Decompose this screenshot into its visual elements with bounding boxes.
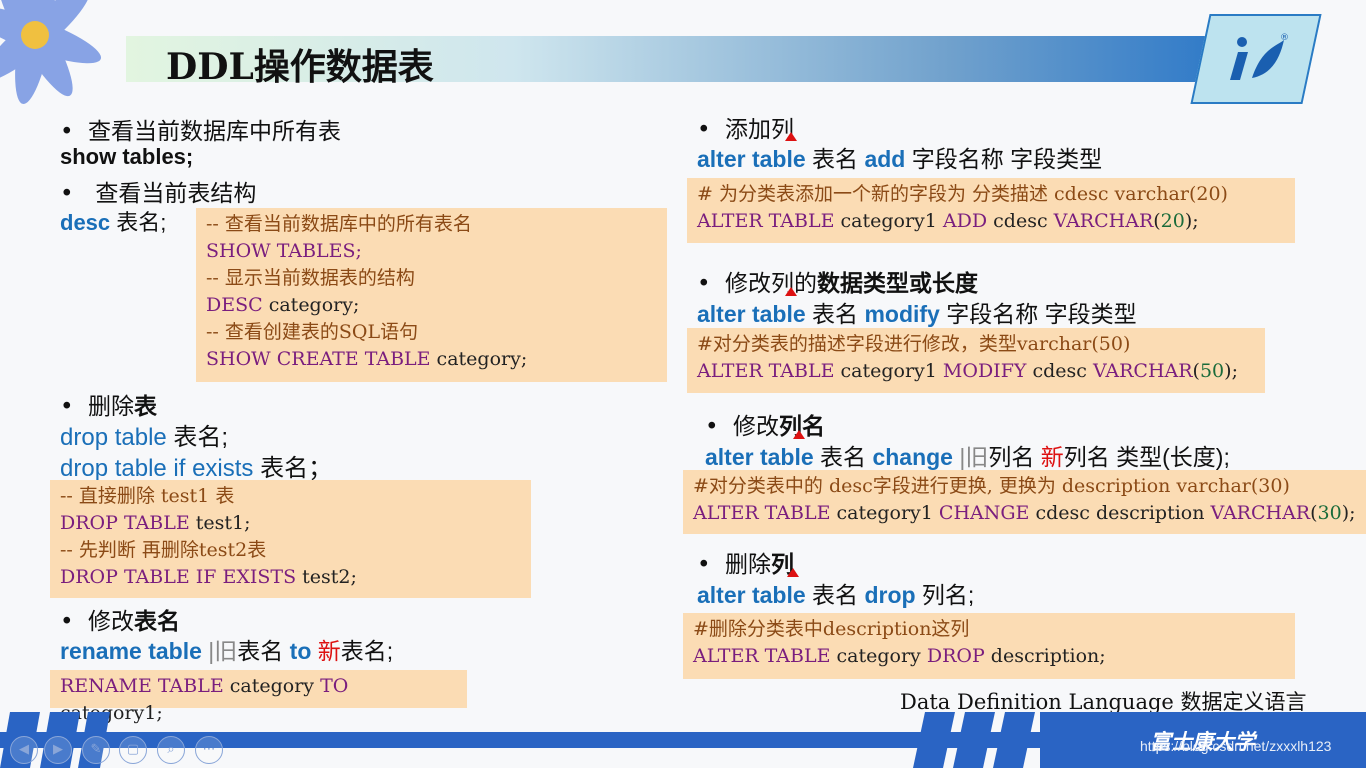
heading-change-column: • 修改列名: [705, 414, 825, 440]
code-line: DROP TABLE IF EXISTS test2;: [60, 566, 357, 588]
code-block-modify: #对分类表的描述字段进行修改，类型varchar(50) ALTER TABLE…: [687, 328, 1265, 393]
syntax-rename: rename table |旧表名 to 新表名;: [60, 638, 394, 664]
svg-text:®: ®: [1280, 33, 1289, 43]
slide-sorter-button[interactable]: ▢: [119, 736, 147, 764]
syntax-desc: desc 表名;: [60, 210, 167, 235]
heading-add-column: • 添加列: [697, 117, 794, 143]
pen-tool-button[interactable]: ✎: [82, 736, 110, 764]
code-line: ALTER TABLE category1 CHANGE cdesc descr…: [693, 502, 1356, 524]
decorative-flower: [0, 0, 102, 104]
code-block-show-desc: -- 查看当前数据库中的所有表名 SHOW TABLES; -- 显示当前数据表…: [196, 208, 667, 382]
syntax-drop-table: drop table 表名;: [60, 424, 229, 451]
code-block-add: # 为分类表添加一个新的字段为 分类描述 cdesc varchar(20) A…: [687, 178, 1295, 243]
code-line: ALTER TABLE category DROP description;: [693, 645, 1106, 667]
heading-drop-column: • 删除列: [697, 552, 794, 578]
code-line: -- 先判断 再删除test2表: [60, 539, 267, 561]
zoom-button[interactable]: ⌕: [157, 736, 185, 764]
code-block-change: #对分类表中的 desc字段进行更换, 更换为 description varc…: [683, 470, 1366, 534]
code-line: SHOW CREATE TABLE category;: [206, 348, 528, 370]
more-options-button[interactable]: ⋯: [195, 736, 223, 764]
heading-show-tables: • 查看当前数据库中所有表: [60, 119, 341, 145]
code-line: ALTER TABLE category1 ADD cdesc VARCHAR(…: [697, 210, 1199, 232]
code-block-rename: RENAME TABLE category TO category1;: [50, 670, 467, 724]
code-line: #对分类表中的 desc字段进行更换, 更换为 description varc…: [693, 475, 1290, 497]
code-line: #删除分类表中description这列: [693, 618, 970, 640]
footer-stripes-right: [913, 712, 1035, 768]
heading-drop-table: • 删除表: [60, 394, 157, 420]
page-title: DDL操作数据表: [166, 46, 434, 88]
syntax-drop-if-exists: drop table if exists 表名；: [60, 455, 333, 482]
logo-mark-icon: ®: [1230, 33, 1289, 80]
code-block-drop-column: #删除分类表中description这列 ALTER TABLE categor…: [683, 613, 1295, 679]
prev-slide-button[interactable]: ◀: [10, 736, 38, 764]
syntax-modify-column: alter table 表名 modify 字段名称 字段类型: [697, 301, 1137, 327]
code-line: -- 直接删除 test1 表: [60, 485, 235, 507]
code-line: -- 显示当前数据表的结构: [206, 267, 415, 289]
heading-modify-column: • 修改列的数据类型或长度: [697, 271, 978, 297]
syntax-add-column: alter table 表名 add 字段名称 字段类型: [697, 146, 1103, 172]
heading-rename: • 修改表名: [60, 609, 180, 635]
code-line: -- 查看当前数据库中的所有表名: [206, 213, 472, 235]
code-line: -- 查看创建表的SQL语句: [206, 321, 419, 343]
code-line: # 为分类表添加一个新的字段为 分类描述 cdesc varchar(20): [697, 183, 1228, 205]
syntax-drop-column: alter table 表名 drop 列名;: [697, 582, 975, 608]
syntax-show-tables: show tables;: [60, 144, 194, 169]
code-line: SHOW TABLES;: [206, 240, 362, 262]
syntax-change-column: alter table 表名 change |旧列名 新列名 类型(长度);: [705, 444, 1230, 470]
code-line: DESC category;: [206, 294, 360, 316]
next-slide-button[interactable]: ▶: [44, 736, 72, 764]
code-block-drop: -- 直接删除 test1 表 DROP TABLE test1; -- 先判断…: [50, 480, 531, 598]
heading-desc: • 查看当前表结构: [60, 181, 257, 207]
watermark-url: https://blog.csdn.net/zxxxlh123: [1140, 738, 1332, 754]
code-line: ALTER TABLE category1 MODIFY cdesc VARCH…: [697, 360, 1238, 382]
code-line: DROP TABLE test1;: [60, 512, 251, 534]
code-line: #对分类表的描述字段进行修改，类型varchar(50): [697, 333, 1131, 355]
